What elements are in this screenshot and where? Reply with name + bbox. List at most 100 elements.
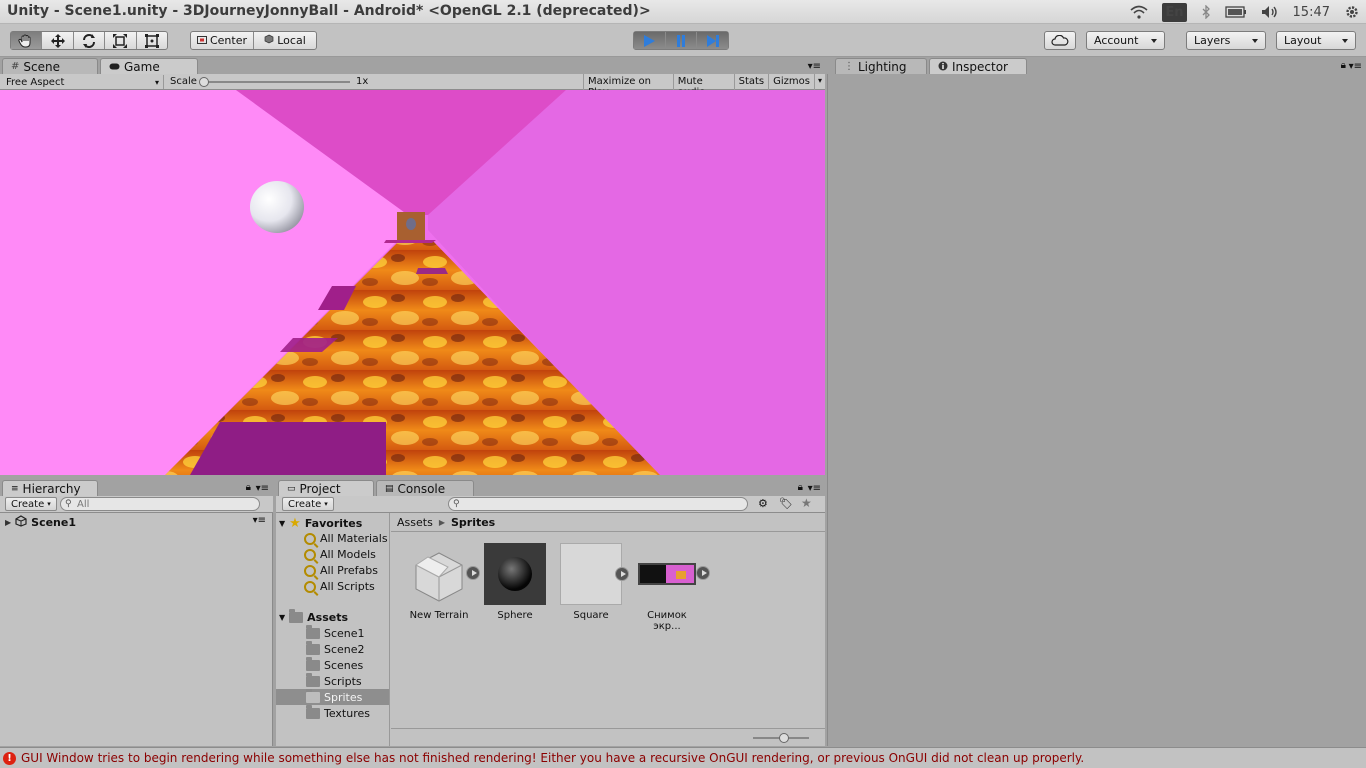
project-create-label: Create [288, 498, 322, 510]
project-create-button[interactable]: Create ▾ [282, 497, 334, 511]
folder-item[interactable]: Scene1 [306, 625, 365, 640]
panel-menu-icon[interactable]: ▾≡ [256, 483, 269, 494]
game-viewport[interactable] [0, 90, 825, 475]
tab-project[interactable]: ▭ Project [278, 480, 374, 496]
cube-icon [264, 34, 274, 47]
tab-game[interactable]: Game [100, 58, 198, 74]
stats-toggle[interactable]: Stats [733, 74, 769, 90]
star-icon[interactable]: ★ [801, 496, 812, 510]
thumbnail-size-thumb[interactable] [779, 733, 789, 743]
favorites-header[interactable]: ▼ ★ Favorites [279, 516, 362, 531]
expand-asset-icon[interactable] [466, 566, 480, 580]
cloud-icon[interactable] [1044, 31, 1076, 50]
chevron-down-icon: ▾ [324, 500, 328, 508]
asset-item[interactable]: Снимок экр... [632, 543, 710, 632]
scale-icon[interactable] [105, 32, 137, 49]
hierarchy-scene-row[interactable]: ▶ Scene1 [5, 515, 76, 530]
breadcrumb-current[interactable]: Sprites [451, 516, 495, 529]
project-search-input[interactable]: ⚲ [448, 497, 748, 511]
folder-label: Scripts [324, 675, 362, 688]
folder-item[interactable]: Scripts [306, 673, 362, 688]
keyboard-layout-indicator[interactable]: En [1162, 2, 1187, 22]
favorite-item[interactable]: All Scripts [304, 580, 375, 593]
rotate-icon[interactable] [74, 32, 106, 49]
wifi-icon[interactable] [1130, 5, 1148, 19]
asset-name: New Terrain [409, 610, 469, 621]
lock-icon[interactable]: 🔒︎ [798, 482, 803, 493]
pivot-toggles: Center Local [190, 31, 317, 50]
folder-item[interactable]: Scenes [306, 657, 364, 672]
chevron-down-icon[interactable]: ▾ [813, 74, 825, 90]
pause-icon[interactable] [665, 32, 698, 49]
tab-lighting[interactable]: ⋮ Lighting [835, 58, 927, 74]
hierarchy-create-button[interactable]: Create ▾ [5, 497, 57, 511]
unity-logo-icon [15, 515, 27, 530]
hand-icon[interactable] [10, 32, 43, 49]
maximize-on-play-toggle[interactable]: Maximize on Play [583, 74, 673, 98]
filter-by-type-icon[interactable]: ⚙ [758, 497, 768, 510]
hierarchy-search-placeholder: All [77, 498, 90, 510]
step-icon[interactable] [697, 32, 729, 49]
layers-dropdown[interactable]: Layers [1186, 31, 1266, 50]
bluetooth-icon[interactable] [1201, 5, 1211, 19]
pivot-local-button[interactable]: Local [254, 32, 316, 49]
search-icon [304, 564, 316, 577]
panel-menu-icon[interactable]: ▾≡ [808, 483, 821, 494]
settings-gear-icon[interactable] [1344, 4, 1360, 20]
lock-icon[interactable]: 🔒︎ [1341, 60, 1346, 71]
folder-item[interactable]: Textures [306, 705, 370, 720]
asset-item[interactable]: New Terrain [404, 543, 480, 621]
favorite-item[interactable]: All Models [304, 548, 376, 561]
folder-item[interactable]: Scene2 [306, 641, 365, 656]
folder-label: Scene1 [324, 627, 365, 640]
rect-icon[interactable] [137, 32, 167, 49]
pivot-center-button[interactable]: Center [191, 32, 254, 49]
expand-asset-icon[interactable] [615, 567, 629, 581]
tab-inspector[interactable]: Inspector [929, 58, 1027, 74]
layout-dropdown[interactable]: Layout [1276, 31, 1356, 50]
clock[interactable]: 15:47 [1293, 5, 1330, 20]
folder-item-selected[interactable]: Sprites [306, 689, 362, 704]
asset-name: Square [573, 610, 609, 621]
assets-label: Assets [307, 611, 349, 624]
scale-slider-thumb[interactable] [199, 77, 209, 87]
scale-label: Scale [170, 76, 197, 87]
project-toolbar: Create ▾ ⚲ ⚙ 🏷︎ ★ [276, 496, 825, 513]
tab-lighting-label: Lighting [858, 59, 907, 74]
aspect-dropdown[interactable]: Free Aspect ▾ [6, 75, 164, 89]
tab-console[interactable]: ▤ Console [376, 480, 474, 496]
scale-slider-track[interactable] [200, 81, 350, 83]
mute-audio-toggle[interactable]: Mute audio [672, 74, 734, 98]
status-bar[interactable]: ! GUI Window tries to begin rendering wh… [0, 747, 1366, 768]
asset-item[interactable]: Sphere [480, 543, 550, 621]
tab-scene[interactable]: # Scene [2, 58, 98, 74]
search-icon [304, 532, 316, 545]
panel-menu-icon[interactable]: ▾≡ [808, 61, 821, 72]
favorite-item[interactable]: All Materials [304, 532, 388, 545]
inspector-panel [827, 74, 1366, 746]
filter-by-label-icon[interactable]: 🏷︎ [779, 497, 793, 510]
favorite-label: All Models [320, 548, 376, 561]
tab-game-label: Game [124, 59, 160, 74]
breadcrumb-root[interactable]: Assets [397, 516, 433, 529]
expand-asset-icon[interactable] [696, 566, 710, 580]
move-icon[interactable] [42, 32, 74, 49]
assets-header[interactable]: ▼ Assets [279, 609, 349, 624]
lock-icon[interactable]: 🔒︎ [246, 482, 251, 493]
account-dropdown[interactable]: Account [1086, 31, 1165, 50]
folder-icon [306, 625, 320, 639]
volume-icon[interactable] [1261, 5, 1279, 19]
favorite-item[interactable]: All Prefabs [304, 564, 378, 577]
scene-menu-icon[interactable]: ▾≡ [253, 515, 266, 526]
tab-hierarchy[interactable]: ≡ Hierarchy [2, 480, 98, 496]
hierarchy-search-input[interactable]: ⚲ All [60, 497, 260, 511]
gizmos-dropdown[interactable]: Gizmos [768, 74, 814, 90]
play-icon[interactable] [634, 32, 666, 49]
hierarchy-panel: Create ▾ ⚲ All ▶ Scene1 ▾≡ [0, 496, 273, 746]
panel-menu-icon[interactable]: ▾≡ [1349, 61, 1362, 72]
chevron-down-icon [1252, 38, 1258, 43]
folder-label: Scenes [324, 659, 364, 672]
asset-item[interactable]: Square [556, 543, 629, 621]
favorite-label: All Prefabs [320, 564, 378, 577]
battery-icon[interactable] [1224, 6, 1247, 18]
